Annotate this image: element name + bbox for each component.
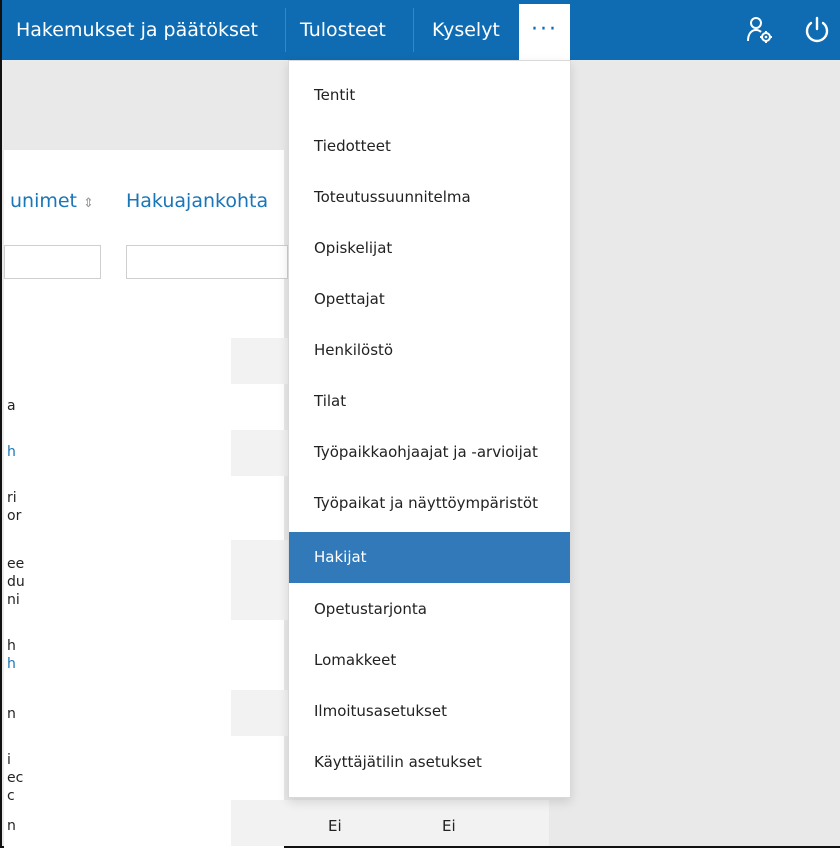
row-fragment: ri (7, 490, 17, 506)
row-fragment: ee (7, 556, 25, 572)
row-fragment-link[interactable]: h (7, 656, 16, 672)
table-cell: Ei (328, 817, 342, 835)
column-header-sukunimet[interactable]: unimet ⇕ (10, 190, 94, 212)
menu-item-henkilosto[interactable]: Henkilöstö (289, 325, 570, 376)
menu-item-tiedotteet[interactable]: Tiedotteet (289, 121, 570, 172)
table-row (231, 540, 288, 620)
table-row (231, 430, 288, 476)
nav-hakemukset[interactable]: Hakemukset ja päätökset (16, 0, 258, 60)
menu-item-tentit[interactable]: Tentit (289, 70, 570, 121)
row-fragment: i (7, 752, 11, 768)
menu-item-opetustarjonta[interactable]: Opetustarjonta (289, 584, 570, 635)
filter-input-hakuajankohta[interactable] (126, 245, 288, 279)
menu-item-hakijat[interactable]: Hakijat (289, 532, 570, 583)
row-fragment: a (7, 398, 16, 414)
menu-item-ilmoitusasetukset[interactable]: Ilmoitusasetukset (289, 686, 570, 737)
row-fragment: ec (7, 770, 24, 786)
nav-separator (285, 8, 286, 52)
table-row (231, 338, 288, 384)
row-fragment: or (7, 508, 22, 524)
table-row (231, 800, 549, 846)
row-fragment: n (7, 818, 16, 834)
row-fragment-link[interactable]: h (7, 444, 16, 460)
row-fragment: ni (7, 592, 20, 608)
menu-item-lomakkeet[interactable]: Lomakkeet (289, 635, 570, 686)
user-settings-icon[interactable] (740, 0, 780, 60)
nav-kyselyt[interactable]: Kyselyt (432, 0, 500, 60)
column-header-hakuajankohta[interactable]: Hakuajankohta (126, 190, 268, 212)
table-cell: Ei (442, 817, 456, 835)
row-fragment: h (7, 638, 16, 654)
menu-item-tyopaikat[interactable]: Työpaikat ja näyttöympäristöt (289, 478, 570, 529)
menu-item-tyopaikkaohjaajat[interactable]: Työpaikkaohjaajat ja -arvioijat (289, 427, 570, 478)
menu-item-kayttajatilin-asetukset[interactable]: Käyttäjätilin asetukset (289, 737, 570, 788)
nav-more-button[interactable]: ··· (519, 4, 570, 60)
nav-tulosteet[interactable]: Tulosteet (300, 0, 386, 60)
row-fragment: c (7, 788, 15, 804)
row-fragment: du (7, 574, 25, 590)
menu-item-opiskelijat[interactable]: Opiskelijat (289, 223, 570, 274)
more-dropdown-menu: Tentit Tiedotteet Toteutussuunnitelma Op… (288, 60, 571, 798)
nav-separator (413, 8, 414, 52)
menu-item-toteutussuunnitelma[interactable]: Toteutussuunnitelma (289, 172, 570, 223)
sort-icon[interactable]: ⇕ (83, 196, 94, 211)
menu-item-tilat[interactable]: Tilat (289, 376, 570, 427)
power-icon[interactable] (797, 0, 837, 60)
menu-item-opettajat[interactable]: Opettajat (289, 274, 570, 325)
column-header-label: unimet (10, 190, 78, 212)
table-row (231, 690, 288, 736)
filter-input-sukunimet[interactable] (4, 245, 101, 279)
top-navbar: Hakemukset ja päätökset Tulosteet Kysely… (2, 0, 840, 60)
row-fragment: n (7, 706, 16, 722)
